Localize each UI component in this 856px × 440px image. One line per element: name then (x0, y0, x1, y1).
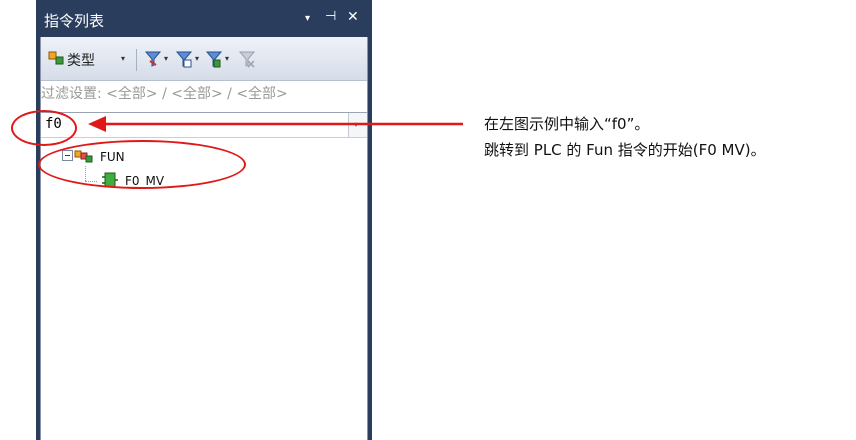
annotation-line-2: 跳转到 PLC 的 Fun 指令的开始(F0 MV)。 (484, 141, 766, 159)
annotation-line-1: 在左图示例中输入“f0”。 (484, 115, 650, 133)
annotation-arrow (88, 116, 463, 132)
annotation-text: 在左图示例中输入“f0”。 跳转到 PLC 的 Fun 指令的开始(F0 MV)… (484, 111, 766, 163)
